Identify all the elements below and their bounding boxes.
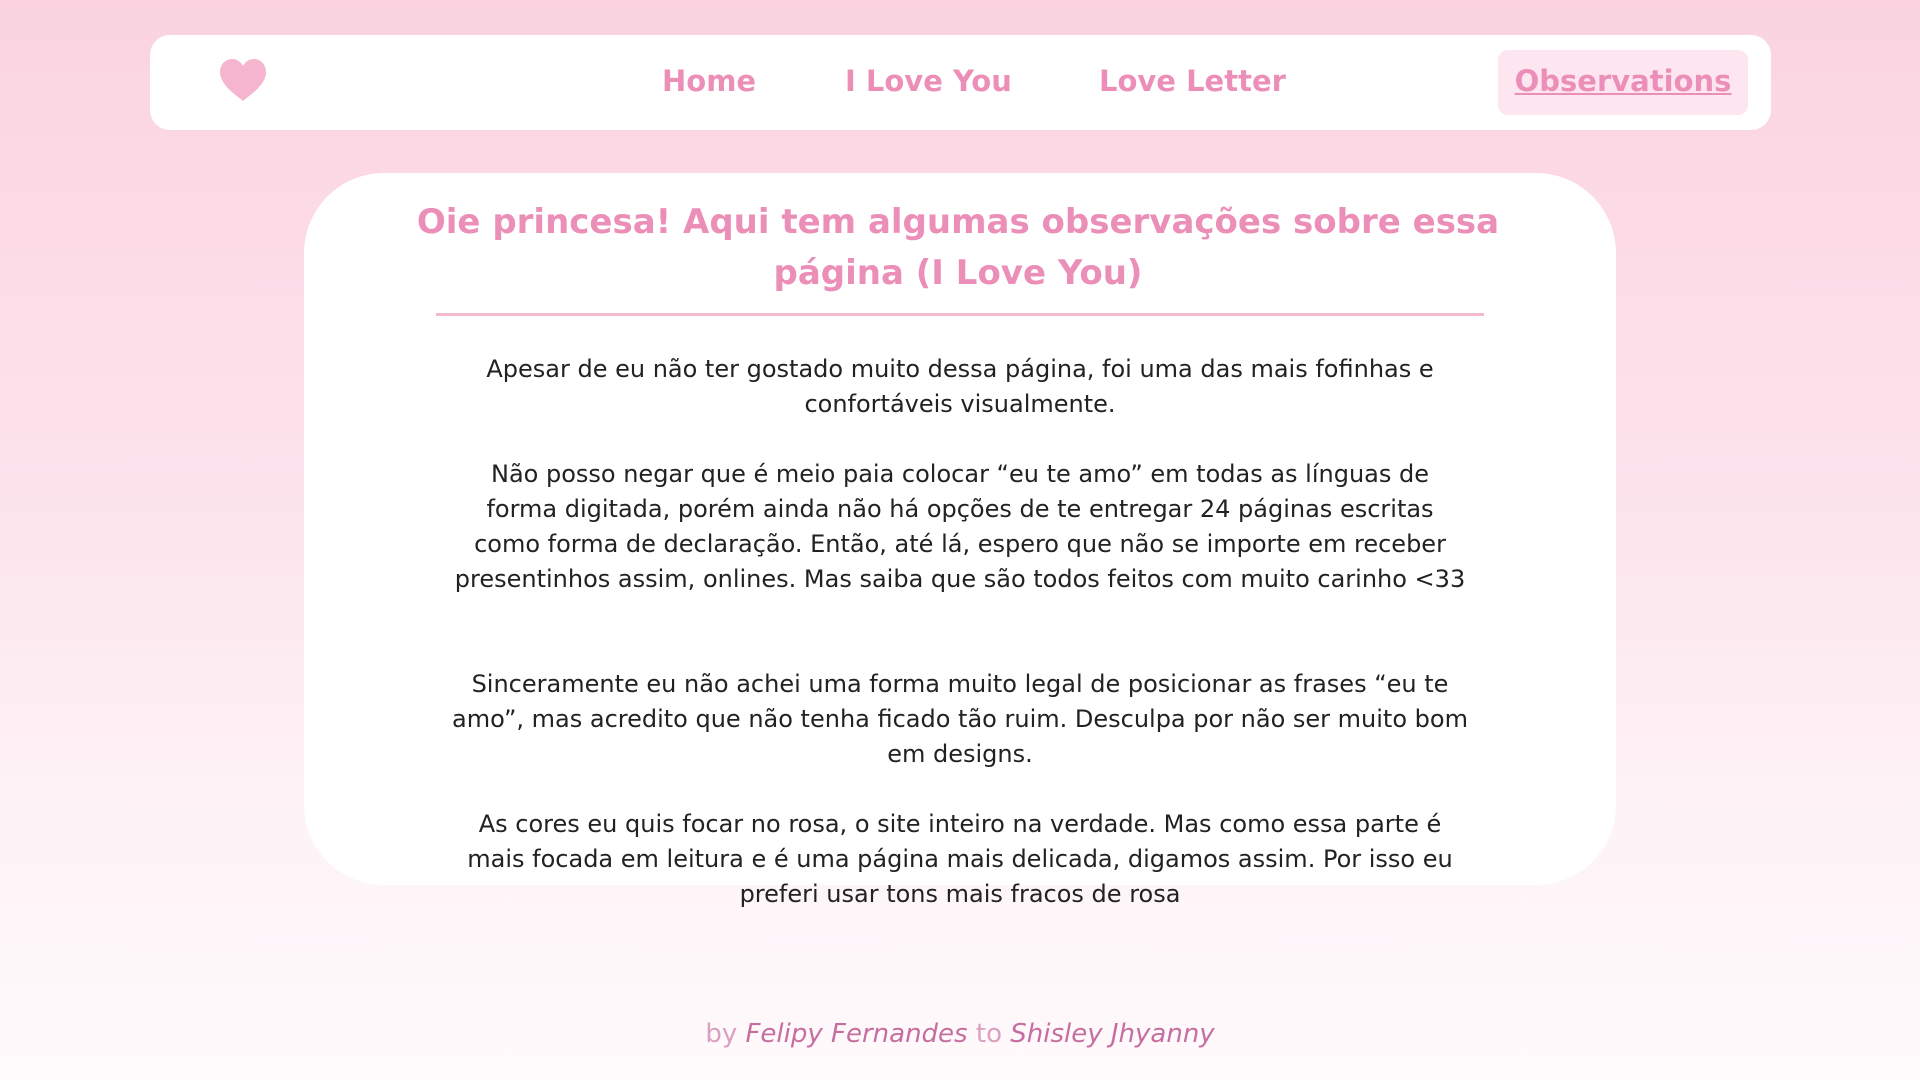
title-divider xyxy=(436,313,1484,316)
nav-i-love-you-link[interactable]: I Love You xyxy=(845,61,1012,101)
paragraph-3: Sinceramente eu não achei uma forma muit… xyxy=(452,670,1468,768)
footer-recipient: Shisley Jhyanny xyxy=(1010,1019,1215,1049)
paragraph-1: Apesar de eu não ter gostado muito dessa… xyxy=(486,355,1434,418)
nav-home-link[interactable]: Home xyxy=(662,61,756,101)
nav-observations-tab[interactable]: Observations xyxy=(1498,50,1748,115)
paragraph-2: Não posso negar que é meio paia colocar … xyxy=(454,460,1466,593)
nav-observations-link[interactable]: Observations xyxy=(1498,50,1748,115)
nav-love-letter-link[interactable]: Love Letter xyxy=(1099,61,1286,101)
footer-author: Felipy Fernandes xyxy=(745,1019,968,1049)
page-title: Oie princesa! Aqui tem algumas observaçõ… xyxy=(416,202,1500,293)
paragraph-4: As cores eu quis focar no rosa, o site i… xyxy=(467,810,1453,908)
footer-to: to xyxy=(975,1019,1002,1049)
navbar: Home I Love You Love Letter Observations xyxy=(150,35,1771,130)
footer-by: by xyxy=(705,1019,738,1049)
heart-icon[interactable] xyxy=(218,57,268,103)
footer-credits: by Felipy Fernandes to Shisley Jhyanny xyxy=(0,1019,1920,1049)
